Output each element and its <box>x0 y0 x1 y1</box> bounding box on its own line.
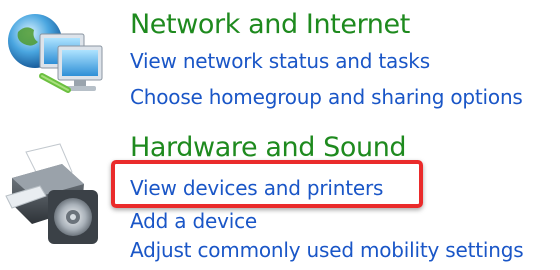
hardware-and-sound-title[interactable]: Hardware and Sound <box>130 134 407 161</box>
view-devices-and-printers-link[interactable]: View devices and printers <box>130 178 383 198</box>
choose-homegroup-link[interactable]: Choose homegroup and sharing options <box>130 87 523 107</box>
adjust-mobility-settings-link[interactable]: Adjust commonly used mobility settings <box>130 240 524 260</box>
printer-speaker-icon <box>5 143 98 244</box>
network-globe-icon <box>8 14 103 93</box>
add-a-device-link[interactable]: Add a device <box>130 211 257 231</box>
view-network-status-link[interactable]: View network status and tasks <box>130 51 430 71</box>
network-and-internet-title[interactable]: Network and Internet <box>130 11 410 38</box>
